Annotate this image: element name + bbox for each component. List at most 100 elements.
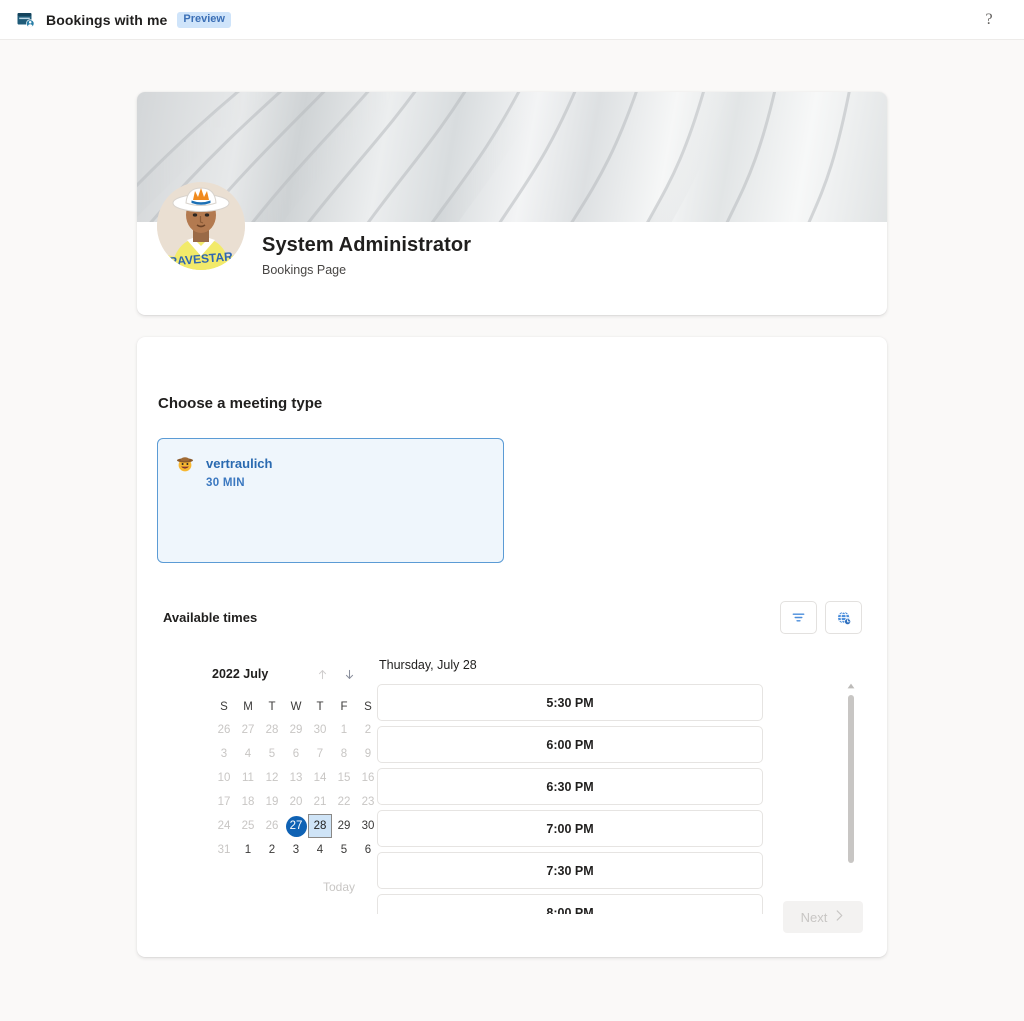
calendar-day-31[interactable]: 31 <box>212 838 236 862</box>
calendar-header: 2022 July <box>212 662 357 686</box>
calendar-day-30[interactable]: 30 <box>308 718 332 742</box>
calendar-day-3[interactable]: 3 <box>212 742 236 766</box>
calendar-day-18[interactable]: 18 <box>236 790 260 814</box>
calendar-day-number: 30 <box>361 820 375 832</box>
calendar-day-21[interactable]: 21 <box>308 790 332 814</box>
meeting-type-option-vertraulich[interactable]: vertraulich 30 MIN <box>157 438 504 563</box>
time-slot-option[interactable]: 7:30 PM <box>377 852 763 889</box>
calendar-day-27[interactable]: 27 <box>284 814 308 838</box>
profile-meta: System Administrator Bookings Page <box>262 232 471 278</box>
content-wrapper: RAVESTAR System Administrator Bookings P… <box>137 92 887 957</box>
scroll-up-icon[interactable] <box>845 680 857 692</box>
next-button[interactable]: Next <box>783 901 863 933</box>
calendar-day-number: 5 <box>340 844 348 856</box>
calendar-day-number: 26 <box>265 820 279 832</box>
app-header-left: Bookings with me Preview <box>16 10 231 30</box>
calendar-day-14[interactable]: 14 <box>308 766 332 790</box>
calendar-day-number: 1 <box>340 724 348 736</box>
calendar-day-13[interactable]: 13 <box>284 766 308 790</box>
calendar-day-number: 4 <box>244 748 252 760</box>
calendar-day-4[interactable]: 4 <box>236 742 260 766</box>
calendar-next-arrow-down-icon[interactable] <box>341 666 357 682</box>
time-slots-column: Thursday, July 28 5:30 PM 6:00 PM 6:30 PM 7… <box>377 656 867 914</box>
time-slots-scrollbar[interactable] <box>844 680 858 910</box>
app-header: Bookings with me Preview ? <box>0 0 1024 40</box>
calendar-day-11[interactable]: 11 <box>236 766 260 790</box>
calendar-day-29[interactable]: 29 <box>284 718 308 742</box>
calendar-today-link[interactable]: Today <box>212 880 357 894</box>
calendar-day-3[interactable]: 3 <box>284 838 308 862</box>
calendar-day-1[interactable]: 1 <box>332 718 356 742</box>
calendar-day-number: 23 <box>361 796 375 808</box>
calendar-day-25[interactable]: 25 <box>236 814 260 838</box>
calendar-prev-arrow-up-icon[interactable] <box>314 666 330 682</box>
calendar-day-number: 27 <box>241 724 255 736</box>
calendar-day-initial: M <box>243 701 253 713</box>
selected-date-header: Thursday, July 28 <box>379 658 477 672</box>
calendar-day-number: 30 <box>313 724 327 736</box>
calendar-day-19[interactable]: 19 <box>260 790 284 814</box>
time-slot-option[interactable]: 6:00 PM <box>377 726 763 763</box>
calendar-day-1[interactable]: 1 <box>236 838 260 862</box>
filter-button[interactable] <box>780 601 817 634</box>
calendar-day-28[interactable]: 28 <box>308 814 332 838</box>
profile-card: RAVESTAR System Administrator Bookings P… <box>137 92 887 315</box>
globe-clock-icon <box>836 610 852 626</box>
calendar-day-22[interactable]: 22 <box>332 790 356 814</box>
calendar-day-27[interactable]: 27 <box>236 718 260 742</box>
calendar-day-5[interactable]: 5 <box>260 742 284 766</box>
calendar-day-29[interactable]: 29 <box>332 814 356 838</box>
booking-card: Choose a meeting type vertraulich 30 MIN… <box>137 337 887 957</box>
time-slot-option[interactable]: 7:00 PM <box>377 810 763 847</box>
calendar-day-12[interactable]: 12 <box>260 766 284 790</box>
calendar-day-8[interactable]: 8 <box>332 742 356 766</box>
calendar-day-number: 8 <box>340 748 348 760</box>
timezone-button[interactable] <box>825 601 862 634</box>
calendar-day-number: 12 <box>265 772 279 784</box>
calendar-day-number: 10 <box>217 772 231 784</box>
calendar-day-number: 28 <box>313 820 327 832</box>
app-title: Bookings with me <box>46 11 168 28</box>
calendar-day-number: 3 <box>292 844 300 856</box>
calendar-day-7[interactable]: 7 <box>308 742 332 766</box>
calendar-day-number: 5 <box>268 748 276 760</box>
calendar-day-number: 9 <box>364 748 372 760</box>
calendar-day-number: 31 <box>217 844 231 856</box>
calendar-day-number: 15 <box>337 772 351 784</box>
calendar-day-15[interactable]: 15 <box>332 766 356 790</box>
meeting-type-text: vertraulich 30 MIN <box>206 455 272 546</box>
calendar-day-2[interactable]: 2 <box>260 838 284 862</box>
next-button-label: Next <box>800 909 828 925</box>
calendar-day-10[interactable]: 10 <box>212 766 236 790</box>
available-times-actions <box>780 601 862 634</box>
calendar-day-5[interactable]: 5 <box>332 838 356 862</box>
calendar-day-17[interactable]: 17 <box>212 790 236 814</box>
calendar-day-initial: S <box>220 701 228 713</box>
calendar-day-26[interactable]: 26 <box>260 814 284 838</box>
calendar-month-label: 2022 July <box>212 667 269 681</box>
chevron-right-icon <box>834 909 845 925</box>
calendar-day-24[interactable]: 24 <box>212 814 236 838</box>
time-slot-option[interactable]: 5:30 PM <box>377 684 763 721</box>
meeting-type-name: vertraulich <box>206 456 273 471</box>
calendar-day-number: 1 <box>244 844 252 856</box>
meeting-type-duration: 30 MIN <box>206 477 245 489</box>
scrollbar-thumb[interactable] <box>848 695 854 863</box>
calendar-day-number: 22 <box>337 796 351 808</box>
preview-badge: Preview <box>177 11 231 28</box>
profile-subtitle: Bookings Page <box>262 263 347 277</box>
calendar-day-26[interactable]: 26 <box>212 718 236 742</box>
calendar-day-number: 3 <box>220 748 228 760</box>
profile-name: System Administrator <box>262 234 472 256</box>
calendar-day-number: 11 <box>242 772 254 784</box>
time-slot-option[interactable]: 6:30 PM <box>377 768 763 805</box>
calendar-day-number: 4 <box>316 844 324 856</box>
calendar-day-6[interactable]: 6 <box>284 742 308 766</box>
calendar-day-28[interactable]: 28 <box>260 718 284 742</box>
help-icon[interactable]: ? <box>976 7 1002 33</box>
time-slot-option[interactable]: 8:00 PM <box>377 894 763 914</box>
calendar-day-4[interactable]: 4 <box>308 838 332 862</box>
scrollbar-track[interactable] <box>844 692 858 898</box>
avatar: RAVESTAR <box>157 182 245 270</box>
calendar-day-20[interactable]: 20 <box>284 790 308 814</box>
